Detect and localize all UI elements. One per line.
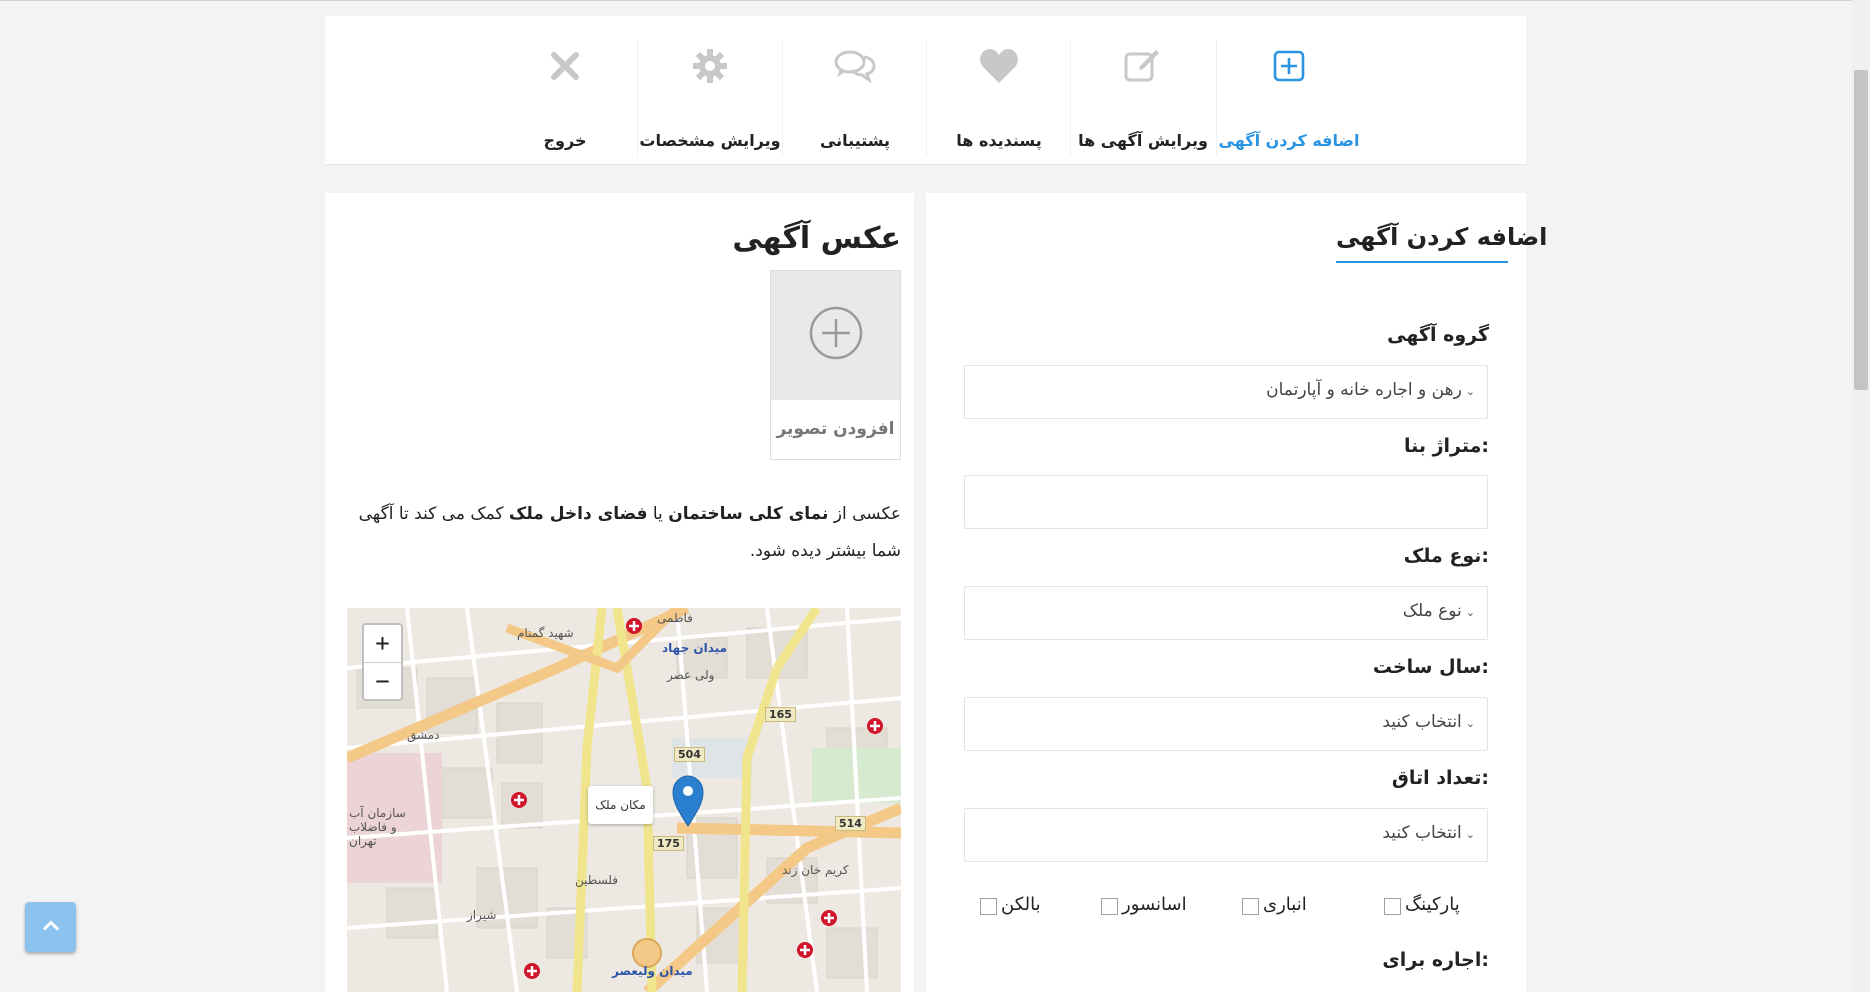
map-label: فلسطین xyxy=(575,873,619,887)
road-number: 504 xyxy=(674,747,705,762)
storage-checkbox[interactable]: انباری xyxy=(1242,893,1342,921)
nav-label: پشتیبانی xyxy=(819,131,891,150)
map-tooltip: مکان ملک xyxy=(588,786,653,824)
map-square-label: میدان جهاد xyxy=(662,641,728,655)
checkbox-label: انباری xyxy=(1263,894,1307,915)
map-label: ولی عصر xyxy=(667,668,715,682)
zoom-control: + − xyxy=(362,623,403,701)
map-label: شهید گمنام xyxy=(517,626,574,640)
gear-icon xyxy=(692,48,728,88)
checkbox-box[interactable] xyxy=(1242,898,1259,915)
close-icon xyxy=(550,51,580,85)
photo-description: عکسی از نمای کلی ساختمان یا فضای داخل مل… xyxy=(358,504,901,561)
back-to-top-button[interactable] xyxy=(25,902,76,952)
map-label: شیراز xyxy=(467,908,497,922)
zoom-out-button[interactable]: − xyxy=(364,662,401,699)
map-label: کریم خان زند xyxy=(782,863,849,877)
add-photo-label: افزودن تصویر xyxy=(776,419,895,439)
road-number: 175 xyxy=(653,836,684,851)
nav-edit-profile[interactable]: ویرایش مشخصات xyxy=(638,40,782,156)
nav-label: ویرایش مشخصات xyxy=(639,131,781,150)
map-label: سازمان آب و فاضلاب تهران xyxy=(349,806,406,848)
photo-title: عکس آگهی xyxy=(732,221,901,256)
road-number: 514 xyxy=(835,816,866,831)
chevron-up-icon xyxy=(41,918,61,937)
add-photo-button[interactable]: افزودن تصویر xyxy=(770,270,901,460)
nav-support[interactable]: پشتیبانی xyxy=(783,40,927,156)
scrollbar-thumb[interactable] xyxy=(1854,70,1868,390)
zoom-in-button[interactable]: + xyxy=(364,625,401,662)
checkbox-label: بالکن xyxy=(1001,894,1041,915)
map-label: فاطمی xyxy=(657,611,693,625)
nav-logout[interactable]: خروج xyxy=(493,40,637,156)
road-number: 165 xyxy=(765,707,796,722)
checkbox-box[interactable] xyxy=(1384,898,1401,915)
page-scrollbar[interactable] xyxy=(1852,0,1870,992)
plus-circle-icon xyxy=(808,305,864,365)
nav-label: خروج xyxy=(543,131,587,150)
checkbox-label: اسانسور xyxy=(1122,894,1187,915)
map-label: دمشق xyxy=(407,728,440,742)
parking-checkbox[interactable]: پارکینگ xyxy=(1384,893,1504,921)
checkbox-box[interactable] xyxy=(980,898,997,915)
balcony-checkbox[interactable]: بالکن xyxy=(980,893,1080,921)
checkbox-label: پارکینگ xyxy=(1405,894,1460,915)
elevator-checkbox[interactable]: اسانسور xyxy=(1101,893,1211,921)
chat-icon xyxy=(834,49,876,87)
photo-panel: عکس آگهی افزودن تصویر عکسی از نمای کلی س… xyxy=(325,193,914,992)
checkbox-box[interactable] xyxy=(1101,898,1118,915)
map-square-label: میدان ولیعصر xyxy=(612,964,693,978)
location-map[interactable]: 165 504 175 514 میدان جهاد میدان ولیعصر … xyxy=(347,608,901,992)
amenities-row: پارکینگ انباری اسانسور بالکن xyxy=(926,0,1526,992)
